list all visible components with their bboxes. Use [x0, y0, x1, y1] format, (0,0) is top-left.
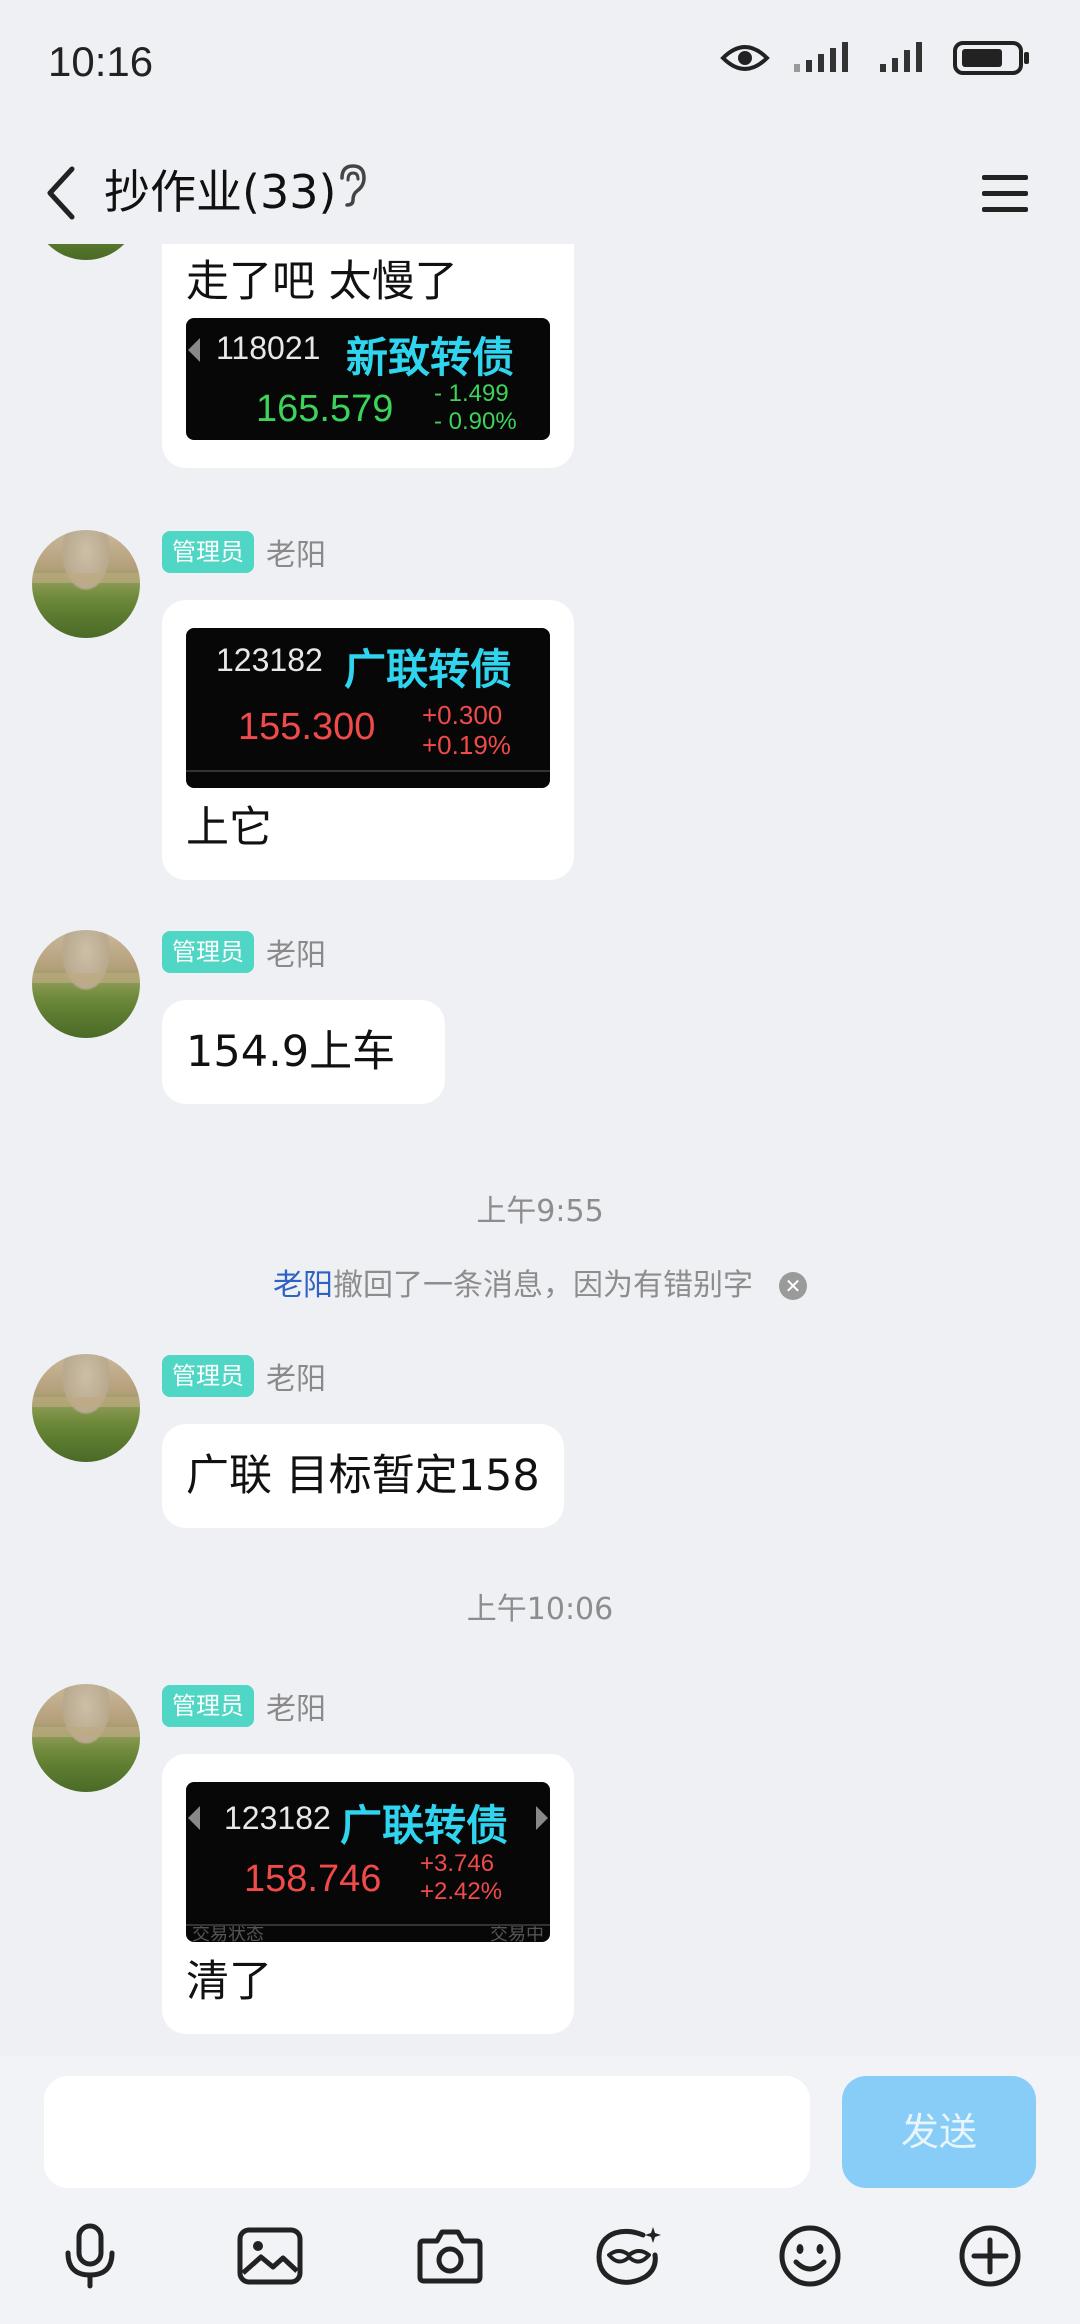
quote-card-image[interactable]: 118021 新致转债 165.579 - 1.499 - 0.90%: [186, 318, 550, 440]
eye-icon: [720, 45, 770, 71]
message-text: 上它: [186, 803, 272, 853]
role-badge: 管理员: [162, 531, 254, 573]
signal-2-icon: [880, 42, 922, 72]
quote-price: 165.579: [256, 388, 394, 430]
left-arrow-icon: [188, 1806, 200, 1830]
quote-change: - 1.499 - 0.90%: [434, 380, 517, 436]
quote-change-abs: +3.746: [420, 1850, 495, 1877]
quote-code: 118021: [216, 330, 321, 366]
message-bubble[interactable]: 走了吧 太慢了 118021 新致转债 165.579 - 1.499 - 0.…: [162, 244, 574, 468]
message-bubble[interactable]: 123182 广联转债 158.746 +3.746 +2.42% 交易状态 交…: [162, 1754, 574, 2034]
quote-change-pct: - 0.90%: [434, 408, 517, 435]
sticker-icon: [596, 2227, 661, 2285]
mic-button[interactable]: [50, 2216, 130, 2296]
battery-icon: [953, 41, 1029, 75]
recall-notice: 老阳撤回了一条消息，因为有错别字 ✕: [0, 1260, 1080, 1304]
quote-change: +3.746 +2.42%: [420, 1850, 502, 1906]
input-toolbar: [0, 2216, 1080, 2316]
quote-card-image[interactable]: 123182 广联转债 158.746 +3.746 +2.42% 交易状态 交…: [186, 1782, 550, 1942]
sender-name: 老阳: [266, 538, 326, 573]
message-bubble[interactable]: 154.9上车: [162, 1000, 446, 1104]
message-bubble[interactable]: 广联 目标暂定158: [162, 1424, 564, 1528]
chat-title: 抄作业(33): [104, 165, 337, 219]
status-bar: 10:16: [0, 0, 1080, 130]
more-button[interactable]: [950, 2216, 1030, 2296]
hamburger-menu-icon: [982, 175, 1028, 212]
input-area: 发送: [0, 2056, 1080, 2324]
message-bubble[interactable]: 123182 广联转债 155.300 +0.300 +0.19% 上它: [162, 600, 574, 880]
quote-change-abs: +0.300: [422, 700, 503, 730]
camera-icon: [417, 2229, 483, 2284]
ear-icon[interactable]: [334, 162, 370, 208]
back-button[interactable]: [30, 158, 90, 228]
avatar[interactable]: [32, 244, 140, 260]
chat-header: 抄作业(33): [0, 140, 1080, 244]
sender-name: 老阳: [266, 938, 326, 973]
status-icons: [720, 40, 1032, 76]
sender-name: 老阳: [266, 1362, 326, 1397]
chat-message-list[interactable]: 走了吧 太慢了 118021 新致转债 165.579 - 1.499 - 0.…: [0, 244, 1080, 2056]
sender-name: 老阳: [266, 1692, 326, 1727]
quote-footer: 交易状态 交易中: [186, 1924, 550, 1942]
emoji-button[interactable]: [770, 2216, 850, 2296]
avatar[interactable]: [32, 1354, 140, 1462]
time-separator: 上午9:55: [476, 1194, 604, 1229]
role-badge: 管理员: [162, 1355, 254, 1397]
sender-row: 管理员 老阳: [162, 1354, 326, 1398]
send-button[interactable]: 发送: [842, 2076, 1036, 2188]
quote-change: +0.300 +0.19%: [422, 700, 511, 760]
left-arrow-icon: [188, 338, 200, 362]
recall-notice-text: 撤回了一条消息，因为有错别字: [333, 1268, 753, 1303]
role-badge: 管理员: [162, 931, 254, 973]
quote-price: 158.746: [244, 1858, 382, 1900]
message-input[interactable]: [44, 2076, 810, 2188]
time-separator: 上午10:06: [466, 1592, 614, 1627]
avatar[interactable]: [32, 930, 140, 1038]
sticker-button[interactable]: [590, 2216, 670, 2296]
message-text: 清了: [186, 1957, 272, 2007]
quote-card-image[interactable]: 123182 广联转债 155.300 +0.300 +0.19%: [186, 628, 550, 788]
emoji-icon: [779, 2225, 841, 2287]
quote-change-pct: +0.19%: [422, 730, 511, 760]
quote-footer-left: 交易状态: [192, 1924, 264, 1942]
menu-button[interactable]: [970, 158, 1040, 228]
message-text: 广联 目标暂定158: [186, 1451, 540, 1501]
avatar[interactable]: [32, 1684, 140, 1792]
sender-row: 管理员 老阳: [162, 530, 326, 574]
mic-icon: [65, 2223, 115, 2289]
quote-code: 123182: [224, 1800, 331, 1836]
quote-change-abs: - 1.499: [434, 380, 509, 407]
right-arrow-icon: [536, 1806, 548, 1830]
message-text: 走了吧 太慢了: [186, 257, 458, 307]
close-icon[interactable]: ✕: [779, 1272, 807, 1300]
avatar[interactable]: [32, 530, 140, 638]
recall-notice-name[interactable]: 老阳: [273, 1268, 333, 1303]
back-arrow-icon: [47, 166, 75, 220]
image-button[interactable]: [230, 2216, 310, 2296]
status-time: 10:16: [48, 38, 154, 85]
quote-footer: [186, 770, 550, 788]
quote-footer-right: 交易中: [490, 1924, 544, 1942]
role-badge: 管理员: [162, 1685, 254, 1727]
camera-button[interactable]: [410, 2216, 490, 2296]
message-text: 154.9上车: [186, 1027, 396, 1077]
quote-code: 123182: [216, 642, 323, 678]
quote-name: 新致转债: [346, 333, 515, 382]
quote-name: 广联转债: [340, 1801, 509, 1850]
sender-row: 管理员 老阳: [162, 930, 326, 974]
quote-price: 155.300: [238, 706, 376, 748]
plus-icon: [959, 2225, 1021, 2287]
signal-1-icon: [794, 42, 848, 72]
quote-name: 广联转债: [344, 645, 513, 694]
quote-change-pct: +2.42%: [420, 1878, 503, 1905]
sender-row: 管理员 老阳: [162, 1684, 326, 1728]
image-icon: [237, 2227, 303, 2285]
